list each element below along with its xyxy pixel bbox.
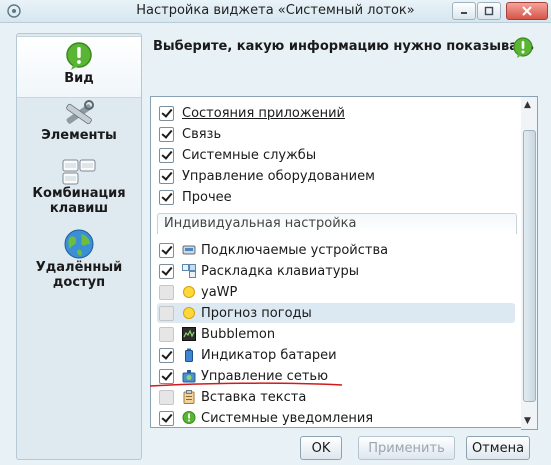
page-title: Выберите, какую информацию нужно показыв…	[153, 39, 534, 54]
battery-icon	[185, 348, 193, 362]
checkbox[interactable]	[159, 389, 174, 405]
maximize-icon	[484, 6, 494, 16]
minimize-icon	[461, 12, 467, 14]
list-item-label: Вставка текста	[201, 389, 307, 405]
clipboard-icon	[183, 390, 195, 404]
list-item-label: Индикатор батареи	[201, 347, 337, 363]
scroll-down-icon[interactable]: ▼	[524, 416, 531, 426]
list-item[interactable]: Прочее	[159, 187, 515, 207]
device-icon	[182, 245, 196, 255]
scrollbar[interactable]: ▲ ▼	[521, 96, 538, 430]
list-item-label: yaWP	[201, 284, 238, 300]
sidebar: Вид Элементы Комбинация клавиш Удалённый…	[16, 33, 142, 460]
checkbox[interactable]	[159, 284, 174, 300]
globe-icon	[64, 229, 94, 259]
monitor-icon	[182, 327, 196, 341]
list-item[interactable]: Прогноз погоды	[157, 303, 515, 323]
checkbox[interactable]	[159, 242, 174, 258]
group-title-label: Индивидуальная настройка	[164, 216, 357, 231]
checkbox[interactable]	[159, 126, 174, 142]
list-item[interactable]: Раскладка клавиатуры	[159, 261, 515, 281]
checkbox[interactable]	[159, 410, 174, 426]
checkbox[interactable]	[159, 168, 174, 184]
sidebar-item-elements[interactable]: Элементы	[17, 100, 141, 150]
list-item[interactable]: Подключаемые устройства	[159, 240, 515, 260]
list-item[interactable]: Bubblemon	[159, 324, 515, 344]
group-title: Индивидуальная настройка	[157, 213, 517, 234]
list-item-label: Управление сетью	[201, 368, 329, 384]
exclamation-bubble-icon	[182, 411, 196, 424]
sidebar-item-remote[interactable]: Удалённый доступ	[17, 228, 141, 292]
checkbox[interactable]	[159, 263, 174, 279]
list-item[interactable]: yaWP	[159, 282, 515, 302]
maximize-button[interactable]	[477, 2, 501, 20]
list-item[interactable]: Индикатор батареи	[159, 345, 515, 365]
cancel-button[interactable]: Отмена	[466, 436, 530, 460]
sidebar-item-label: Комбинация клавиш	[32, 186, 126, 216]
list-item[interactable]: Системные уведомления	[159, 408, 515, 427]
checkbox[interactable]	[159, 147, 174, 163]
checkbox[interactable]	[159, 368, 174, 384]
checkbox[interactable]	[159, 189, 174, 205]
list-item[interactable]: Системные службы	[159, 145, 515, 165]
ok-button[interactable]: OK	[300, 436, 342, 460]
list-item-label: Связь	[182, 126, 222, 142]
sidebar-item-label: Вид	[64, 71, 94, 86]
list-item-label: Системные службы	[182, 147, 317, 163]
exclamation-bubble-icon	[513, 37, 533, 58]
keyboard-icon	[62, 159, 96, 185]
list-item-label: Управление оборудованием	[182, 168, 375, 184]
list-item-label: Bubblemon	[201, 326, 276, 342]
list-item-label: Состояния приложений	[182, 105, 345, 121]
checkbox[interactable]	[159, 347, 174, 363]
close-icon	[522, 6, 532, 16]
close-button[interactable]	[506, 2, 548, 20]
list-item[interactable]: Вставка текста	[159, 387, 515, 407]
list-item-label: Прочее	[182, 189, 232, 205]
sidebar-item-label: Удалённый доступ	[35, 260, 123, 290]
list-item-label: Подключаемые устройства	[201, 242, 389, 258]
network-icon	[182, 370, 196, 383]
list-item-label: Системные уведомления	[201, 410, 374, 426]
tools-icon	[66, 100, 94, 125]
minimize-button[interactable]	[452, 2, 476, 20]
sun-icon	[183, 307, 195, 319]
sun-icon	[183, 286, 195, 298]
list-item[interactable]: Связь	[159, 124, 515, 144]
cancel-button-label: Отмена	[471, 440, 525, 456]
checkbox[interactable]	[159, 305, 174, 321]
scroll-up-icon[interactable]: ▲	[524, 100, 531, 110]
info-list: Состояния приложений Связь Системные слу…	[150, 96, 523, 428]
apply-button-label: Применить	[368, 440, 445, 456]
list-item[interactable]: Состояния приложений	[159, 103, 515, 123]
list-item[interactable]: Управление сетью	[159, 366, 515, 386]
list-item[interactable]: Управление оборудованием	[159, 166, 515, 186]
title-bar: Настройка виджета «Системный лоток»	[0, 0, 551, 23]
checkbox[interactable]	[159, 105, 174, 121]
list-item-label: Прогноз погоды	[201, 305, 312, 321]
apply-button[interactable]: Применить	[358, 436, 455, 460]
sidebar-item-label: Элементы	[41, 128, 117, 143]
exclamation-bubble-icon	[66, 42, 92, 70]
ok-button-label: OK	[311, 440, 331, 456]
sidebar-item-vid[interactable]: Вид	[17, 36, 141, 98]
scrollbar-thumb[interactable]	[523, 130, 536, 402]
sidebar-item-shortcuts[interactable]: Комбинация клавиш	[17, 158, 141, 222]
list-item-label: Раскладка клавиатуры	[201, 263, 360, 279]
checkbox[interactable]	[159, 326, 174, 342]
keyboard-layout-icon	[182, 264, 196, 278]
